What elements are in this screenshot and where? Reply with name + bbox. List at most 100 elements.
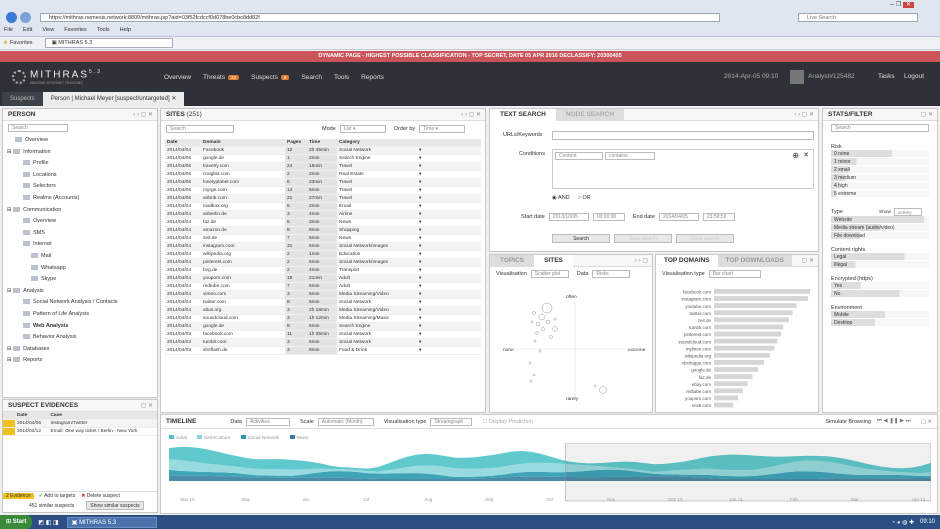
table-row[interactable]: 2014/04/06 airbnb.com 21 27min Travel ▾ <box>165 194 481 203</box>
panel-controls-icon[interactable]: ▢ ✕ <box>921 109 933 121</box>
row-menu-icon[interactable]: ▾ <box>417 282 481 291</box>
bar[interactable] <box>714 352 770 358</box>
tree-item[interactable]: Overview <box>7 135 157 147</box>
menu-favorites[interactable]: Favorites <box>64 27 87 33</box>
timeline-scale-select[interactable]: Automatic (Month) <box>317 417 374 426</box>
scatter-point[interactable] <box>530 320 534 324</box>
tree-item[interactable]: Locations <box>7 170 157 182</box>
filter-item[interactable]: 4 high <box>831 182 929 190</box>
row-menu-icon[interactable]: ▾ <box>417 194 481 203</box>
scatter-point[interactable] <box>535 331 539 335</box>
bar[interactable] <box>714 388 743 394</box>
playback-controls-icon[interactable]: ⏮ ◀ ❚❚ ▶ ⏭ <box>877 418 911 425</box>
filter-item[interactable]: Yes <box>831 282 929 290</box>
add-condition-icon[interactable]: ⊕ <box>792 151 799 160</box>
tab-text-search[interactable]: TEXT SEARCH <box>490 108 556 121</box>
scatter-point[interactable] <box>599 386 607 394</box>
table-row[interactable]: 2014/04/04 zeit.de 7 5min News ▾ <box>165 234 481 243</box>
table-row[interactable]: 2014/04/03 tumblr.com 3 6min Social Network ▾ <box>165 338 481 347</box>
row-menu-icon[interactable]: ▾ <box>417 170 481 179</box>
menu-tools[interactable]: Tools <box>97 27 110 33</box>
panel-controls-icon[interactable]: ‹ › ▢ ✕ <box>133 109 153 121</box>
bar[interactable] <box>714 324 784 330</box>
scatter-plot[interactable] <box>510 301 640 397</box>
tree-item[interactable]: Internet <box>7 239 157 251</box>
bar[interactable] <box>714 331 782 337</box>
and-radio[interactable]: ◉ AND <box>552 195 570 201</box>
table-row[interactable]: 2014/04/04 twitter.com 8 5min Social Network… <box>165 298 481 307</box>
forward-icon[interactable] <box>20 12 31 23</box>
table-row[interactable]: 2014/04/03 facebook.com 11 1h 35min Social N… <box>165 330 481 339</box>
tab-node-search[interactable]: NODE SEARCH <box>555 108 624 121</box>
bar[interactable] <box>714 303 797 308</box>
scatter-point[interactable] <box>552 326 558 332</box>
tree-item[interactable]: Behavior Analysis <box>7 332 157 344</box>
window-controls-icon[interactable]: ─ ❐ ✕ <box>890 1 936 9</box>
table-row[interactable]: 2014/04/04 vimeo.com 3 5min Media Streaming/… <box>165 290 481 299</box>
table-row[interactable]: 2014/03/12 Email: One way ticket / Berlin… <box>3 427 157 436</box>
table-row[interactable]: 2014/04/04 google.de 8 6min Search Engine ▾ <box>165 322 481 331</box>
tree-item[interactable]: Web Analysis <box>7 321 157 333</box>
timeline-vis-select[interactable]: Streamgraph <box>430 417 473 426</box>
tasks-link[interactable]: Tasks <box>878 73 895 80</box>
bar[interactable] <box>714 402 734 408</box>
scatter-point[interactable] <box>528 361 532 365</box>
table-row[interactable]: 2014/04/03 sheflash.de 3 8min Food & Drink ▾ <box>165 346 481 355</box>
close-tab-icon[interactable]: ✕ <box>171 96 176 102</box>
row-menu-icon[interactable]: ▾ <box>417 322 481 331</box>
bar[interactable] <box>714 338 778 344</box>
remove-condition-icon[interactable]: ✕ <box>803 151 809 159</box>
scatter-point[interactable] <box>541 327 545 331</box>
stats-search-input[interactable]: Search <box>831 124 929 132</box>
display-prediction-checkbox[interactable]: ☐ Display Prediction <box>482 419 533 425</box>
bar[interactable] <box>714 374 753 379</box>
scatter-point[interactable] <box>538 313 546 321</box>
scatter-point[interactable] <box>535 321 541 327</box>
user-avatar-icon[interactable] <box>790 70 804 84</box>
bar[interactable] <box>714 381 748 387</box>
tab-person[interactable]: Person | Michael Meyer [suspect/untarget… <box>42 92 185 106</box>
user-name[interactable]: Analyst#125482 <box>808 73 855 80</box>
scatter-point[interactable] <box>538 349 542 353</box>
table-row[interactable]: 2014/04/04 faz.de 5 3min News ▾ <box>165 218 481 227</box>
row-menu-icon[interactable]: ▾ <box>417 202 481 211</box>
tree-item[interactable]: ⊟ Communication <box>7 205 157 217</box>
scatter-point[interactable] <box>593 384 597 388</box>
vis-select[interactable]: Scatter plot <box>530 270 569 278</box>
col-header[interactable]: Domain <box>201 139 285 147</box>
timeline-streamgraph[interactable] <box>169 443 931 503</box>
tree-item[interactable]: Overview <box>7 216 157 228</box>
filter-item[interactable]: 0 none <box>831 150 929 158</box>
table-row[interactable]: 2014/04/05 Instagram/Twitter <box>3 419 157 428</box>
table-row[interactable]: 2014/04/04 redtube.com 7 6min Adult ▾ <box>165 282 481 291</box>
row-menu-icon[interactable]: ▾ <box>417 210 481 219</box>
tree-item[interactable]: Social Network Analysis / Contacts <box>7 297 157 309</box>
order-select[interactable]: Time ▾ <box>419 125 466 133</box>
save-search-button[interactable]: Save search <box>614 234 672 243</box>
row-menu-icon[interactable]: ▾ <box>417 162 481 171</box>
filter-item[interactable]: No <box>831 290 929 298</box>
tree-item[interactable]: Profile <box>7 158 157 170</box>
scatter-point[interactable] <box>549 335 553 339</box>
scatter-point[interactable] <box>541 302 553 314</box>
table-row[interactable]: 2014/04/04 youporn.com 18 21min Adult ▾ <box>165 274 481 283</box>
tree-item[interactable]: Mail <box>7 251 157 263</box>
table-row[interactable]: 2014/04/04 instagram.com 31 6min Social Netw… <box>165 242 481 251</box>
row-menu-icon[interactable]: ▾ <box>417 314 481 323</box>
nav-search[interactable]: Search <box>301 74 322 81</box>
bar[interactable] <box>714 367 759 372</box>
row-menu-icon[interactable]: ▾ <box>417 306 481 315</box>
bar[interactable] <box>714 395 738 401</box>
logout-link[interactable]: Logout <box>904 73 924 80</box>
nav-reports[interactable]: Reports <box>361 74 384 81</box>
filter-item[interactable]: 3 medium <box>831 174 929 182</box>
row-menu-icon[interactable]: ▾ <box>417 298 481 307</box>
filter-item[interactable]: Mobile <box>831 311 929 319</box>
condition-field-select[interactable]: Content <box>555 152 603 160</box>
legend-item[interactable]: Social Network <box>240 435 280 441</box>
filter-item[interactable]: 5 extreme <box>831 190 929 198</box>
timeline-selection[interactable] <box>564 443 931 502</box>
add-to-targets-button[interactable]: ✔ Add to targets <box>39 493 75 499</box>
tab-suspects[interactable]: Suspects <box>2 92 43 106</box>
tree-item[interactable]: Whatsapp <box>7 263 157 275</box>
